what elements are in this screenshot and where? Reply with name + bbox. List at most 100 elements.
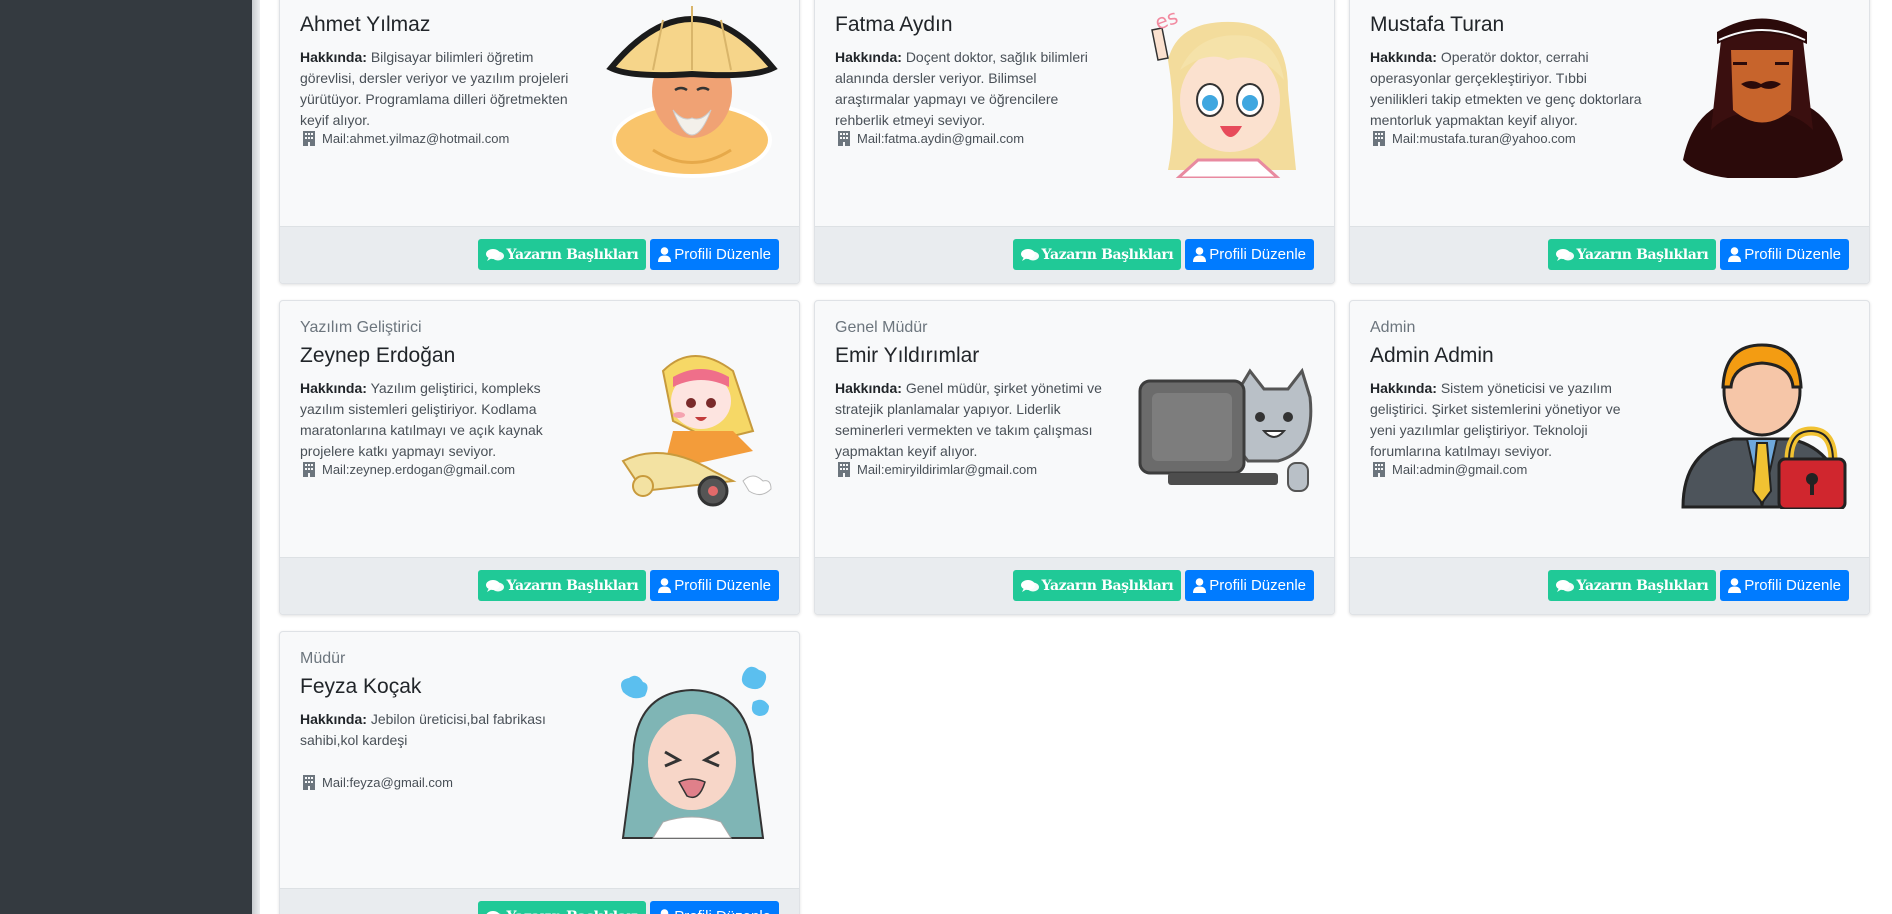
- edit-profile-button[interactable]: Profili Düzenle: [650, 901, 779, 914]
- mail-prefix: Mail:: [322, 131, 350, 146]
- cat-computer-avatar: [1138, 367, 1313, 492]
- card-actions: Yazarın Başlıkları Profili Düzenle: [1012, 570, 1314, 601]
- mail-prefix: Mail:: [322, 462, 350, 477]
- user-icon: [1193, 247, 1207, 262]
- card-footer: Yazarın Başlıkları Profili Düzenle: [815, 226, 1334, 283]
- user-icon: [1728, 578, 1742, 593]
- card-body: Yazılım Geliştirici Zeynep Erdoğan Hakkı…: [280, 301, 799, 543]
- card-actions: Yazarın Başlıkları Profili Düzenle: [1547, 570, 1849, 601]
- card-body: Ahmet Yılmaz Hakkında: Bilgisayar biliml…: [280, 0, 799, 212]
- comments-icon: [1020, 579, 1039, 592]
- card-footer: Yazarın Başlıkları Profili Düzenle: [280, 888, 799, 914]
- author-card: Müdür Feyza Koçak Hakkında: Jebilon üret…: [279, 631, 800, 914]
- author-about: Hakkında: Jebilon üreticisi,bal fabrikas…: [300, 709, 572, 751]
- comments-icon: [1555, 248, 1574, 261]
- edit-profile-button[interactable]: Profili Düzenle: [1720, 570, 1849, 601]
- author-titles-button[interactable]: Yazarın Başlıkları: [477, 239, 647, 270]
- comments-icon: [485, 248, 504, 261]
- user-icon: [658, 247, 672, 262]
- blonde-girl-avatar: es: [1151, 4, 1296, 178]
- author-mail: Mail: emiryildirimlar@gmail.com: [837, 461, 1037, 478]
- card-actions: Yazarın Başlıkları Profili Düzenle: [477, 570, 779, 601]
- sidebar: [0, 0, 252, 914]
- edit-profile-label: Profili Düzenle: [674, 908, 771, 914]
- author-card-grid: Ahmet Yılmaz Hakkında: Bilgisayar biliml…: [279, 0, 1871, 914]
- edit-profile-button[interactable]: Profili Düzenle: [650, 570, 779, 601]
- scooter-girl-avatar: [621, 355, 772, 507]
- mail-prefix: Mail:: [322, 775, 350, 790]
- keffiyeh-man-avatar: [1683, 18, 1843, 178]
- author-name: Feyza Koçak: [300, 675, 422, 698]
- about-label: Hakkında:: [1370, 380, 1437, 396]
- mail-prefix: Mail:: [857, 462, 885, 477]
- author-role: Genel Müdür: [835, 319, 928, 336]
- building-icon: [838, 462, 850, 477]
- author-about: Hakkında: Genel müdür, şirket yönetimi v…: [835, 378, 1107, 462]
- author-name: Emir Yıldırımlar: [835, 344, 980, 367]
- about-label: Hakkında:: [300, 711, 367, 727]
- card-body: Müdür Feyza Koçak Hakkında: Jebilon üret…: [280, 632, 799, 874]
- edit-profile-label: Profili Düzenle: [674, 577, 771, 594]
- mail-prefix: Mail:: [1392, 462, 1420, 477]
- edit-profile-label: Profili Düzenle: [1209, 577, 1306, 594]
- author-role: Müdür: [300, 650, 346, 667]
- author-titles-button[interactable]: Yazarın Başlıkları: [1012, 239, 1182, 270]
- author-mail: Mail: zeynep.erdogan@gmail.com: [302, 461, 515, 478]
- author-titles-button[interactable]: Yazarın Başlıkları: [1547, 570, 1717, 601]
- comments-icon: [485, 910, 502, 914]
- building-icon: [303, 775, 315, 790]
- card-footer: Yazarın Başlıkları Profili Düzenle: [280, 557, 799, 614]
- author-name: Admin Admin: [1370, 344, 1494, 367]
- edit-profile-label: Profili Düzenle: [674, 246, 771, 263]
- mail-address: feyza@gmail.com: [349, 775, 453, 790]
- card-footer: Yazarın Başlıkları Profili Düzenle: [815, 557, 1334, 614]
- author-titles-label: Yazarın Başlıkları: [1576, 246, 1709, 263]
- author-name: Mustafa Turan: [1370, 13, 1505, 36]
- admin-lock-avatar: [1681, 343, 1847, 509]
- comments-icon: [1555, 579, 1574, 592]
- author-titles-button[interactable]: Yazarın Başlıkları: [1012, 570, 1182, 601]
- building-icon: [303, 131, 315, 146]
- author-about: Hakkında: Doçent doktor, sağlık bilimler…: [835, 47, 1107, 131]
- card-body: Admin Admin Admin Hakkında: Sistem yönet…: [1350, 301, 1869, 543]
- about-label: Hakkında:: [1370, 49, 1437, 65]
- edit-profile-label: Profili Düzenle: [1744, 577, 1841, 594]
- mail-address: mustafa.turan@yahoo.com: [1419, 131, 1576, 146]
- author-titles-button[interactable]: Yazarın Başlıkları: [477, 901, 647, 914]
- author-card: Genel Müdür Emir Yıldırımlar Hakkında: G…: [814, 300, 1335, 615]
- author-name: Zeynep Erdoğan: [300, 344, 456, 367]
- card-footer: Yazarın Başlıkları Profili Düzenle: [280, 226, 799, 283]
- author-role: Admin: [1370, 319, 1416, 336]
- building-icon: [1373, 462, 1385, 477]
- edit-profile-button[interactable]: Profili Düzenle: [1185, 239, 1314, 270]
- author-titles-label: Yazarın Başlıkları: [507, 909, 639, 914]
- mail-prefix: Mail:: [857, 131, 885, 146]
- about-label: Hakkında:: [835, 380, 902, 396]
- card-body: Genel Müdür Emir Yıldırımlar Hakkında: G…: [815, 301, 1334, 543]
- author-mail: Mail: ahmet.yilmaz@hotmail.com: [302, 130, 509, 147]
- author-titles-button[interactable]: Yazarın Başlıkları: [477, 570, 647, 601]
- hijab-girl-avatar: [621, 666, 769, 839]
- edit-profile-button[interactable]: Profili Düzenle: [1720, 239, 1849, 270]
- mail-address: fatma.aydin@gmail.com: [884, 131, 1025, 146]
- user-icon: [1193, 578, 1207, 593]
- author-card: Fatma Aydın Hakkında: Doçent doktor, sağ…: [814, 0, 1335, 284]
- user-icon: [658, 578, 672, 593]
- author-about: Hakkında: Bilgisayar bilimleri öğretim g…: [300, 47, 572, 131]
- author-titles-label: Yazarın Başlıkları: [1041, 246, 1174, 263]
- mail-prefix: Mail:: [1392, 131, 1420, 146]
- author-about: Hakkında: Operatör doktor, cerrahi opera…: [1370, 47, 1642, 131]
- building-icon: [1373, 131, 1385, 146]
- card-actions: Yazarın Başlıkları Profili Düzenle: [477, 239, 779, 270]
- edit-profile-button[interactable]: Profili Düzenle: [1185, 570, 1314, 601]
- author-mail: Mail: mustafa.turan@yahoo.com: [1372, 130, 1576, 147]
- card-actions: Yazarın Başlıkları Profili Düzenle: [1547, 239, 1849, 270]
- author-role: Yazılım Geliştirici: [300, 319, 422, 336]
- building-icon: [838, 131, 850, 146]
- author-card: Ahmet Yılmaz Hakkında: Bilgisayar biliml…: [279, 0, 800, 284]
- edit-profile-button[interactable]: Profili Düzenle: [650, 239, 779, 270]
- straw-hat-elder-avatar: [606, 6, 778, 178]
- about-label: Hakkında:: [835, 49, 902, 65]
- mail-address: emiryildirimlar@gmail.com: [884, 462, 1038, 477]
- author-titles-button[interactable]: Yazarın Başlıkları: [1547, 239, 1717, 270]
